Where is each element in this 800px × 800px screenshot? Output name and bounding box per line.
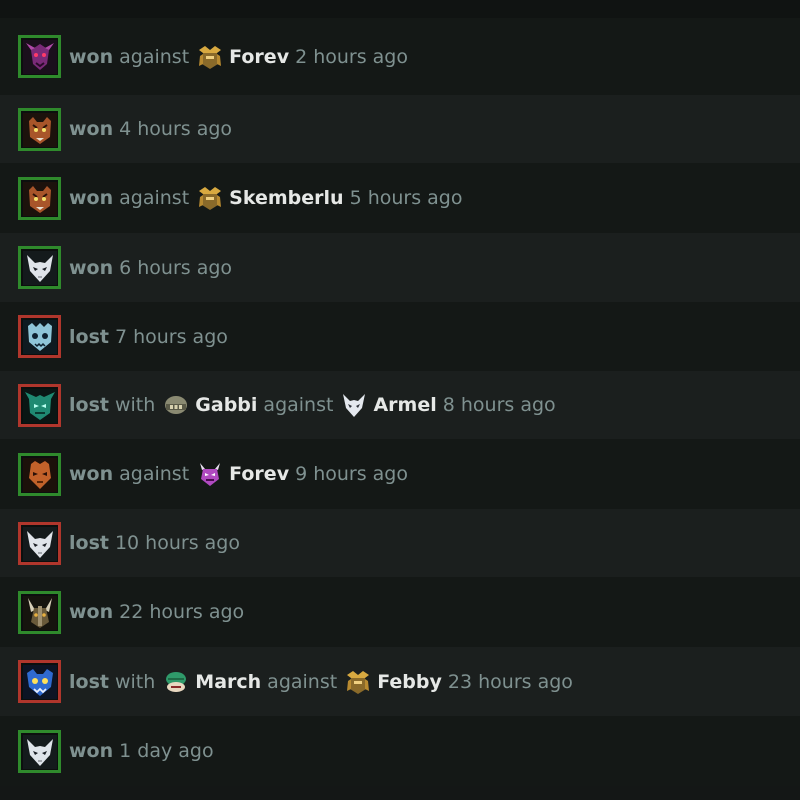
match-row[interactable]: won 22 hours ago — [0, 577, 800, 647]
gold-samurai-rank-icon — [345, 669, 371, 695]
green-turtle-rank-icon — [163, 669, 189, 695]
match-summary: won against Forev 2 hours ago — [69, 44, 408, 70]
match-result: won — [69, 187, 114, 209]
against-word: against — [267, 671, 338, 693]
tiger-hero-icon[interactable] — [18, 177, 61, 220]
match-time: 7 hours ago — [114, 326, 228, 348]
match-row[interactable]: lost with March against Febby 23 hours ago — [0, 647, 800, 716]
match-row[interactable]: lost with Gabbi against Armel 8 hours ago — [0, 371, 800, 439]
match-summary: won 22 hours ago — [69, 599, 244, 625]
green-armor-hero-icon[interactable] — [18, 384, 61, 427]
player-name-against[interactable]: Armel — [373, 394, 436, 416]
match-result: won — [69, 257, 114, 279]
against-word: against — [119, 46, 190, 68]
ice-skull-hero-icon[interactable] — [18, 315, 61, 358]
player-name-with[interactable]: Gabbi — [195, 394, 257, 416]
match-result: won — [69, 601, 114, 623]
match-time: 23 hours ago — [447, 671, 573, 693]
match-summary: won against Forev 9 hours ago — [69, 461, 408, 487]
match-result: lost — [69, 671, 109, 693]
match-result: won — [69, 463, 114, 485]
with-word: with — [114, 394, 156, 416]
gold-samurai-rank-icon — [197, 44, 223, 70]
match-time: 2 hours ago — [295, 46, 408, 68]
player-name-with[interactable]: March — [195, 671, 261, 693]
player-name-against[interactable]: Skemberlu — [229, 187, 343, 209]
match-history-feed: won against Forev 2 hours ago won 4 hours ago… — [0, 0, 800, 800]
match-summary: won 4 hours ago — [69, 116, 232, 142]
match-time: 9 hours ago — [295, 463, 408, 485]
blue-beast-hero-icon[interactable] — [18, 660, 61, 703]
match-row[interactable]: won 1 day ago — [0, 716, 800, 786]
white-mask-hero-icon[interactable] — [18, 246, 61, 289]
match-time: 8 hours ago — [442, 394, 556, 416]
top-strip — [0, 0, 800, 18]
match-result: lost — [69, 394, 109, 416]
match-summary: won 6 hours ago — [69, 255, 232, 281]
tiger-hero-icon[interactable] — [18, 108, 61, 151]
white-mask-rank-icon — [341, 392, 367, 418]
gold-samurai-rank-icon — [197, 185, 223, 211]
purple-demon-rank-icon — [197, 461, 223, 487]
match-result: won — [69, 46, 114, 68]
match-time: 22 hours ago — [119, 601, 245, 623]
white-mask-hero-icon[interactable] — [18, 522, 61, 565]
match-summary: won against Skemberlu 5 hours ago — [69, 185, 462, 211]
match-result: lost — [69, 532, 109, 554]
against-word: against — [263, 394, 334, 416]
match-row[interactable]: lost 7 hours ago — [0, 302, 800, 371]
player-name-against[interactable]: Forev — [229, 463, 289, 485]
purple-dragon-hero-icon[interactable] — [18, 35, 61, 78]
match-time: 5 hours ago — [349, 187, 463, 209]
with-word: with — [114, 671, 156, 693]
match-row[interactable]: won against Forev 2 hours ago — [0, 18, 800, 95]
match-row[interactable]: won 6 hours ago — [0, 233, 800, 302]
against-word: against — [119, 463, 190, 485]
match-row[interactable]: won 4 hours ago — [0, 95, 800, 163]
player-name-against[interactable]: Forev — [229, 46, 289, 68]
against-word: against — [119, 187, 190, 209]
orange-mask-hero-icon[interactable] — [18, 453, 61, 496]
stone-helm-rank-icon — [163, 392, 189, 418]
match-time: 4 hours ago — [119, 118, 233, 140]
match-row[interactable]: won against Forev 9 hours ago — [0, 439, 800, 509]
white-mask-hero-icon[interactable] — [18, 730, 61, 773]
match-summary: lost 7 hours ago — [69, 324, 228, 350]
match-time: 6 hours ago — [119, 257, 233, 279]
match-summary: lost with March against Febby 23 hours ago — [69, 669, 573, 695]
match-row[interactable]: won against Skemberlu 5 hours ago — [0, 163, 800, 233]
match-summary: lost 10 hours ago — [69, 530, 240, 556]
player-name-against[interactable]: Febby — [377, 671, 442, 693]
match-time: 10 hours ago — [114, 532, 240, 554]
match-summary: lost with Gabbi against Armel 8 hours ago — [69, 392, 556, 418]
match-result: won — [69, 118, 114, 140]
match-result: won — [69, 740, 114, 762]
match-row[interactable]: lost 10 hours ago — [0, 509, 800, 577]
match-result: lost — [69, 326, 109, 348]
match-time: 1 day ago — [119, 740, 214, 762]
match-summary: won 1 day ago — [69, 738, 214, 764]
horned-warrior-hero-icon[interactable] — [18, 591, 61, 634]
